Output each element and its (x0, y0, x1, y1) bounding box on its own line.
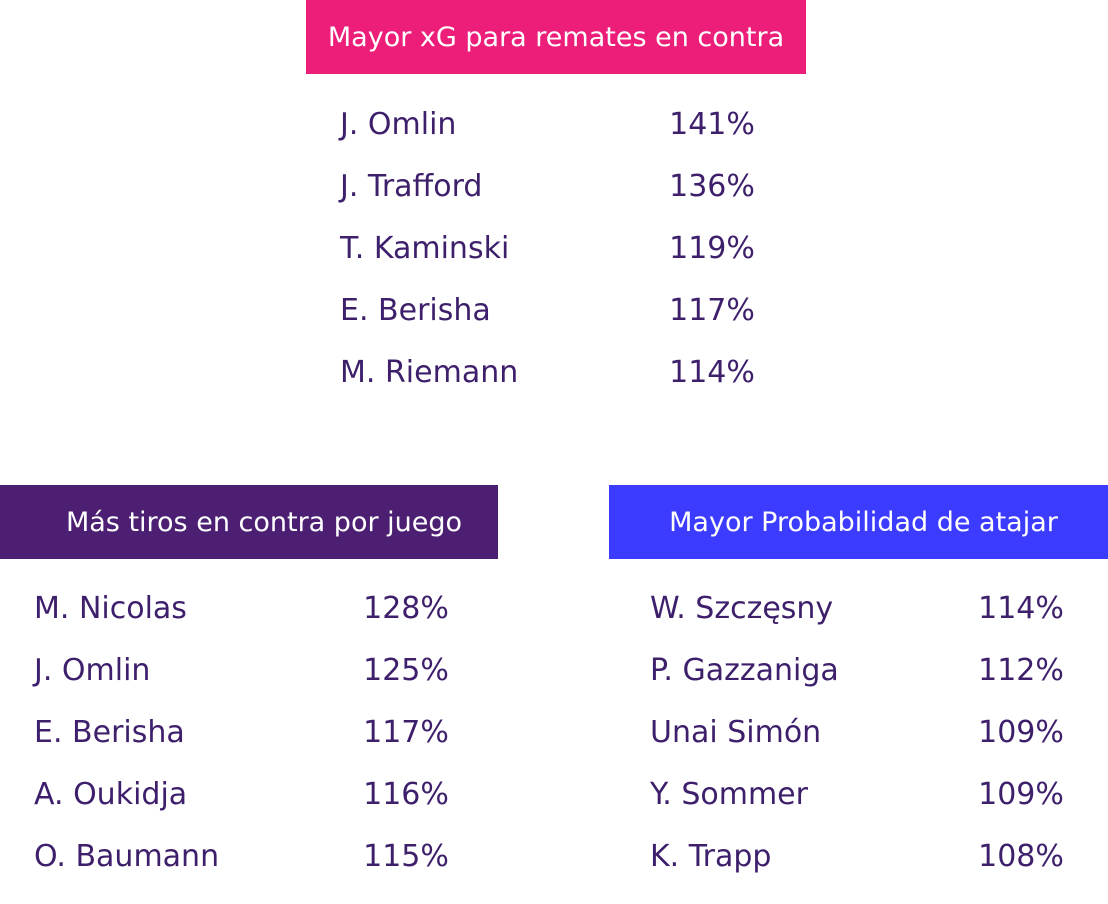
player-name: T. Kaminski (340, 231, 510, 266)
section-title: Mayor xG para remates en contra (327, 21, 785, 53)
player-name: M. Nicolas (34, 591, 187, 626)
player-name: J. Omlin (34, 653, 151, 688)
player-value: 115% (363, 839, 449, 874)
player-value: 109% (978, 715, 1064, 750)
header-xg-against: Mayor xG para remates en contra (306, 0, 806, 74)
header-save-probability: Mayor Probabilidad de atajar (609, 485, 1108, 559)
header-shots-against: Más tiros en contra por juego (0, 485, 498, 559)
player-value: 125% (363, 653, 449, 688)
player-name: E. Berisha (340, 293, 491, 328)
player-value: 116% (363, 777, 449, 812)
player-value: 114% (669, 355, 755, 390)
player-value: 136% (669, 169, 755, 204)
player-name: Y. Sommer (650, 777, 808, 812)
player-name: O. Baumann (34, 839, 220, 874)
player-value: 141% (669, 107, 755, 142)
player-value: 108% (978, 839, 1064, 874)
player-value: 114% (978, 591, 1064, 626)
player-name: K. Trapp (650, 839, 772, 874)
player-name: A. Oukidja (34, 777, 188, 812)
player-name: J. Omlin (340, 107, 457, 142)
player-name: Unai Simón (650, 715, 822, 750)
player-name: E. Berisha (34, 715, 185, 750)
player-value: 128% (363, 591, 449, 626)
player-value: 109% (978, 777, 1064, 812)
player-value: 119% (669, 231, 755, 266)
player-value: 117% (669, 293, 755, 328)
player-name: W. Szczęsny (650, 591, 834, 626)
player-name: J. Trafford (340, 169, 483, 204)
section-title: Más tiros en contra por juego (65, 506, 463, 538)
player-name: M. Riemann (340, 355, 519, 390)
player-value: 117% (363, 715, 449, 750)
section-title: Mayor Probabilidad de atajar (669, 506, 1058, 538)
player-name: P. Gazzaniga (650, 653, 839, 688)
player-value: 112% (978, 653, 1064, 688)
